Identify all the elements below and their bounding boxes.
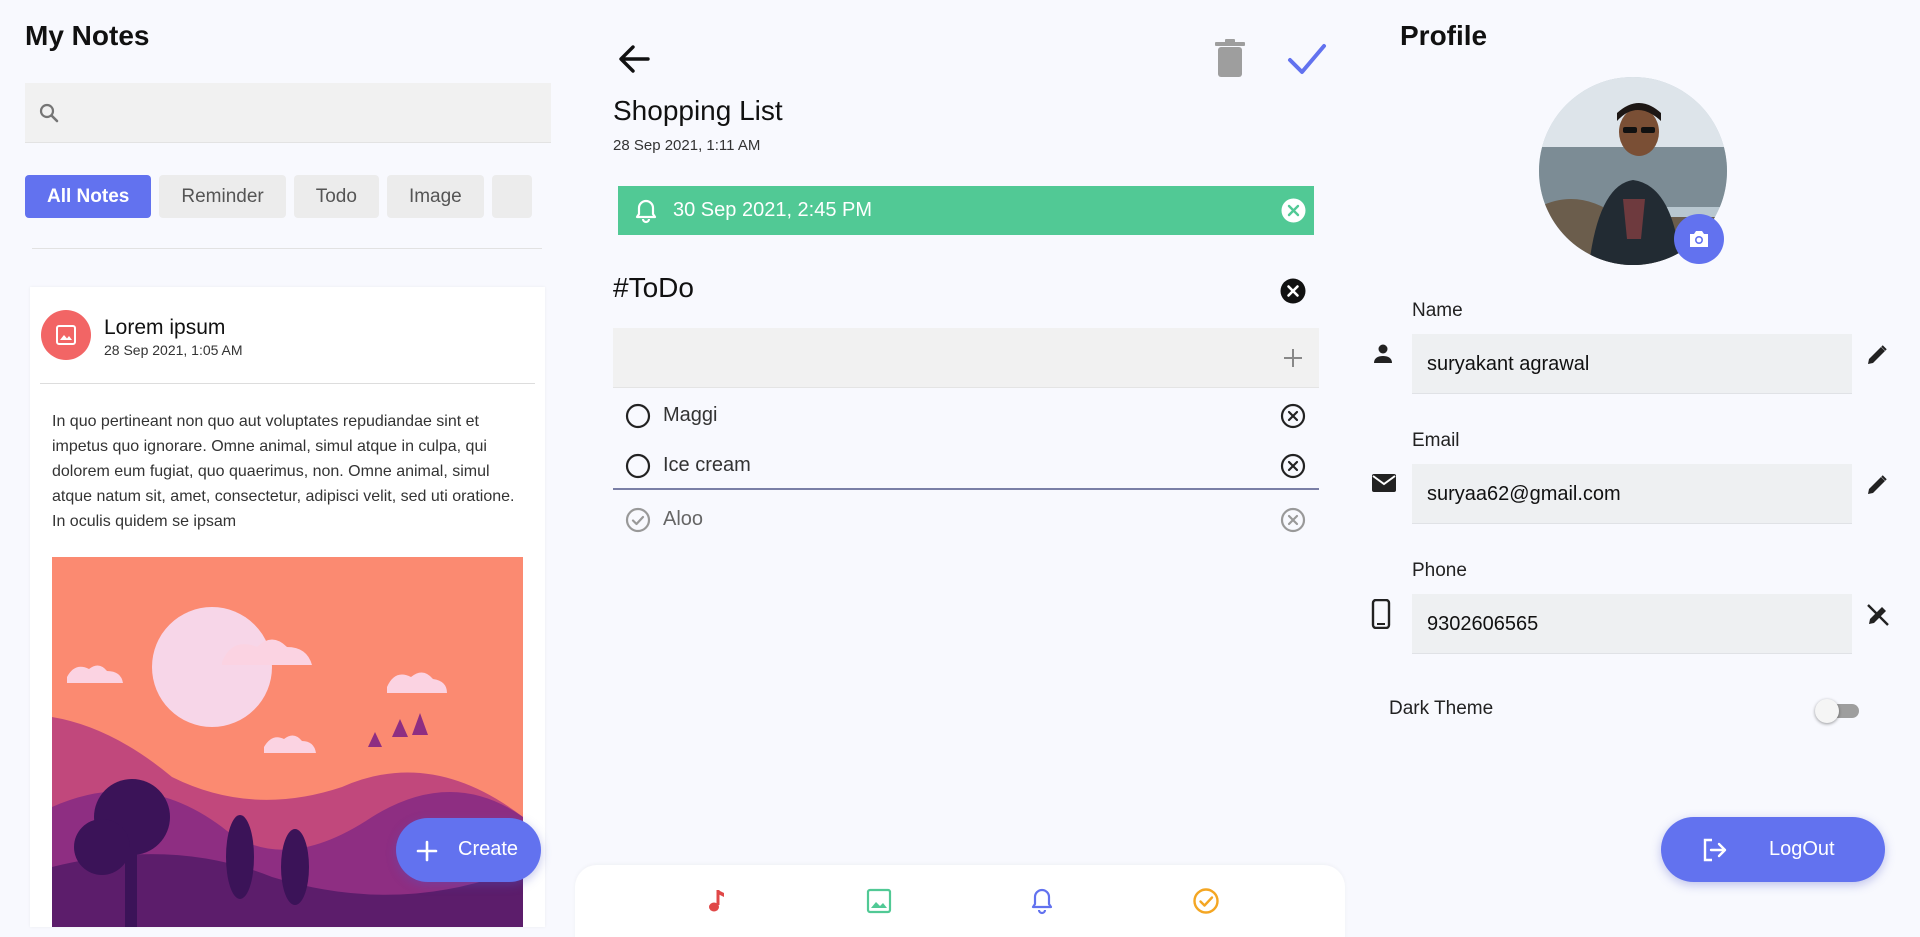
logout-button[interactable]: LogOut bbox=[1661, 817, 1885, 882]
email-field[interactable]: suryaa62@gmail.com bbox=[1412, 464, 1852, 524]
todo-text: Ice cream bbox=[663, 454, 751, 476]
todo-item-done[interactable]: Aloo bbox=[613, 497, 1319, 541]
mail-icon bbox=[1372, 474, 1396, 492]
divider bbox=[32, 248, 542, 249]
reminder-banner[interactable]: 30 Sep 2021, 2:45 PM bbox=[618, 186, 1314, 235]
note-type-toolbar bbox=[575, 865, 1345, 937]
person-icon bbox=[1374, 344, 1392, 363]
note-editor-panel: Shopping List 28 Sep 2021, 1:11 AM 30 Se… bbox=[575, 0, 1345, 937]
search-icon bbox=[39, 103, 59, 123]
remove-item-icon[interactable] bbox=[1280, 403, 1306, 429]
camera-icon bbox=[1690, 231, 1708, 247]
notes-list-panel: My Notes All Notes Reminder Todo Image Lore… bbox=[0, 0, 575, 937]
unchecked-circle-icon[interactable] bbox=[625, 453, 651, 479]
trash-icon[interactable] bbox=[1212, 38, 1248, 78]
pencil-icon[interactable] bbox=[1865, 473, 1889, 497]
music-note-icon[interactable] bbox=[704, 887, 730, 915]
note-title: Lorem ipsum bbox=[104, 316, 226, 339]
dark-theme-toggle[interactable] bbox=[1815, 699, 1861, 723]
phone-label: Phone bbox=[1412, 560, 1467, 581]
bell-icon bbox=[635, 199, 657, 224]
filter-chip-image[interactable]: Image bbox=[386, 175, 484, 218]
note-date: 28 Sep 2021, 1:11 AM bbox=[613, 137, 761, 154]
unchecked-circle-icon[interactable] bbox=[625, 403, 651, 429]
page-title: My Notes bbox=[25, 20, 150, 51]
remove-item-icon[interactable] bbox=[1280, 453, 1306, 479]
phone-icon bbox=[1371, 599, 1391, 629]
filter-chip-more[interactable] bbox=[491, 175, 532, 218]
back-arrow-icon[interactable] bbox=[615, 40, 653, 78]
todo-text: Maggi bbox=[663, 404, 718, 426]
note-body: In quo pertineant non quo aut voluptates… bbox=[52, 413, 515, 530]
name-field[interactable]: suryakant agrawal bbox=[1412, 334, 1852, 394]
image-icon[interactable] bbox=[866, 887, 892, 915]
profile-title: Profile bbox=[1400, 20, 1488, 51]
todo-item[interactable]: Maggi bbox=[613, 393, 1319, 437]
plus-icon[interactable] bbox=[1283, 348, 1303, 368]
edit-off-icon[interactable] bbox=[1865, 602, 1891, 628]
phone-field[interactable]: 9302606565 bbox=[1412, 594, 1852, 654]
todo-heading: #ToDo bbox=[613, 272, 694, 303]
change-photo-button[interactable] bbox=[1674, 214, 1724, 264]
create-button[interactable]: Create bbox=[396, 818, 541, 882]
filter-chips: All Notes Reminder Todo Image bbox=[25, 175, 551, 219]
logout-button-label: LogOut bbox=[1769, 838, 1835, 860]
profile-panel: Profile Name suryakant agrawal Email sur… bbox=[1345, 0, 1920, 937]
reminder-time: 30 Sep 2021, 2:45 PM bbox=[673, 199, 873, 221]
email-value: suryaa62@gmail.com bbox=[1427, 483, 1621, 505]
filter-chip-all-notes[interactable]: All Notes bbox=[25, 175, 152, 218]
dark-theme-label: Dark Theme bbox=[1389, 698, 1494, 719]
name-value: suryakant agrawal bbox=[1427, 353, 1590, 375]
add-todo-input[interactable] bbox=[613, 328, 1319, 388]
todo-item[interactable]: Ice cream bbox=[613, 443, 1319, 487]
filter-chip-todo[interactable]: Todo bbox=[293, 175, 379, 218]
name-label: Name bbox=[1412, 300, 1463, 321]
checked-circle-icon[interactable] bbox=[625, 507, 651, 533]
check-circle-icon[interactable] bbox=[1192, 887, 1220, 915]
note-type-badge bbox=[41, 310, 91, 360]
plus-icon bbox=[416, 840, 438, 862]
note-title[interactable]: Shopping List bbox=[613, 95, 783, 127]
pencil-icon[interactable] bbox=[1865, 343, 1889, 367]
filter-chip-reminder[interactable]: Reminder bbox=[159, 175, 286, 218]
card-divider bbox=[40, 383, 535, 384]
search-bar[interactable] bbox=[25, 83, 551, 143]
image-icon bbox=[56, 325, 76, 345]
create-button-label: Create bbox=[458, 838, 519, 860]
phone-value: 9302606565 bbox=[1427, 613, 1539, 635]
remove-reminder-icon[interactable] bbox=[1281, 198, 1306, 223]
check-icon[interactable] bbox=[1286, 38, 1328, 78]
toggle-knob bbox=[1815, 699, 1839, 723]
note-date: 28 Sep 2021, 1:05 AM bbox=[104, 342, 243, 358]
email-label: Email bbox=[1412, 430, 1460, 451]
logout-icon bbox=[1703, 838, 1727, 862]
bell-icon[interactable] bbox=[1029, 887, 1055, 915]
remove-todo-list-icon[interactable] bbox=[1280, 278, 1306, 304]
remove-item-icon[interactable] bbox=[1280, 507, 1306, 533]
completed-divider bbox=[613, 488, 1319, 490]
todo-text: Aloo bbox=[663, 508, 704, 530]
